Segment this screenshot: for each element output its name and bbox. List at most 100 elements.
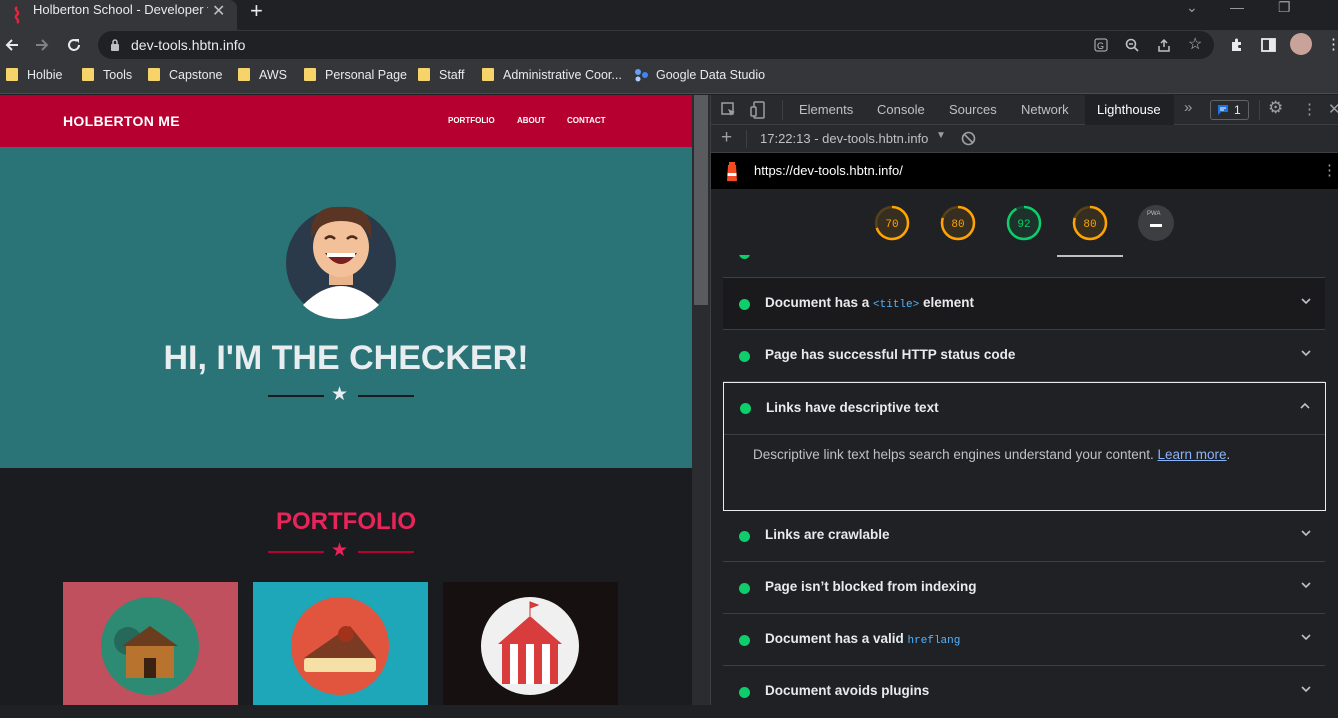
nav-link-portfolio[interactable]: PORTFOLIO	[448, 116, 495, 125]
divider	[746, 130, 747, 148]
divider	[268, 395, 324, 397]
score-gauge-accessibility[interactable]: 80	[940, 205, 976, 241]
gear-icon[interactable]: ⚙	[1268, 98, 1283, 118]
page-scrollbar[interactable]	[692, 95, 710, 705]
portfolio-card-circus[interactable]	[443, 582, 618, 705]
learn-more-link[interactable]: Learn more	[1158, 447, 1227, 462]
close-icon[interactable]: ✕	[1328, 100, 1338, 118]
tab-search-icon[interactable]: ⌄	[1186, 0, 1198, 16]
share-icon[interactable]	[1157, 38, 1171, 52]
folder-icon	[482, 68, 494, 81]
nav-link-contact[interactable]: CONTACT	[567, 116, 606, 125]
menu-kebab-icon[interactable]: ⋮	[1326, 35, 1338, 53]
bookmark-administrative[interactable]: Administrative Coor...	[482, 68, 622, 82]
more-tabs-icon[interactable]: »	[1184, 99, 1192, 116]
pwa-dash	[1150, 224, 1162, 227]
tab-console[interactable]: Console	[877, 102, 925, 117]
tab-close-icon[interactable]: ✕	[212, 1, 225, 21]
score-gauge-pwa[interactable]: PWA	[1138, 205, 1174, 241]
clear-icon[interactable]	[961, 131, 976, 146]
address-bar[interactable]: dev-tools.hbtn.info G ☆	[98, 31, 1214, 59]
report-menu-icon[interactable]: ⋮	[1322, 161, 1337, 179]
hero-section: HI, I'M THE CHECKER! ★	[0, 147, 692, 468]
nav-link-about[interactable]: ABOUT	[517, 116, 545, 125]
svg-text:G: G	[1097, 41, 1104, 51]
tab-sources[interactable]: Sources	[949, 102, 997, 117]
divider	[358, 551, 414, 553]
chevron-down-icon	[1301, 350, 1311, 357]
divider	[1259, 100, 1260, 120]
side-panel-icon[interactable]	[1261, 38, 1276, 52]
audit-hreflang[interactable]: Document has a valid hreflang	[723, 614, 1325, 666]
portfolio-card-cabin[interactable]	[63, 582, 238, 705]
score-gauge-performance[interactable]: 70	[874, 205, 910, 241]
chevron-down-icon	[1301, 686, 1311, 693]
tab-elements[interactable]: Elements	[799, 102, 853, 117]
audit-links-crawlable[interactable]: Links are crawlable	[723, 510, 1325, 562]
bookmark-holbie[interactable]: Holbie	[6, 68, 62, 82]
folder-icon	[418, 68, 430, 81]
audit-indexing[interactable]: Page isn’t blocked from indexing	[723, 562, 1325, 614]
gauge-score: 92	[1017, 219, 1030, 231]
audit-title: Document has a <title> element	[765, 295, 975, 311]
pass-dot	[739, 299, 750, 310]
pass-dot	[740, 403, 751, 414]
devtools-tabbar: Elements Console Sources Network Lightho…	[711, 95, 1338, 125]
chevron-up-icon	[1300, 402, 1310, 409]
audit-title: Page isn’t blocked from indexing	[765, 579, 977, 594]
bookmarks-bar: Holbie Tools Capstone AWS Personal Page …	[0, 60, 1338, 94]
scrollbar-thumb[interactable]	[694, 95, 708, 305]
hero-title: HI, I'M THE CHECKER!	[163, 339, 529, 377]
site-brand[interactable]: HOLBERTON ME	[63, 113, 180, 129]
inspect-element-icon[interactable]	[721, 102, 737, 118]
audit-link-text-expanded[interactable]: Links have descriptive text Descriptive …	[723, 382, 1326, 511]
profile-avatar[interactable]	[1290, 33, 1312, 55]
restore-icon[interactable]: ❐	[1278, 0, 1291, 16]
score-gauge-best-practices[interactable]: 92	[1006, 205, 1042, 241]
score-gauge-seo[interactable]: 80	[1072, 205, 1108, 241]
tab-network[interactable]: Network	[1021, 102, 1069, 117]
folder-icon	[148, 68, 160, 81]
audit-http-status[interactable]: Page has successful HTTP status code	[723, 330, 1325, 382]
bookmark-capstone[interactable]: Capstone	[148, 68, 223, 82]
star-icon: ★	[331, 540, 349, 561]
audit-header[interactable]: Links have descriptive text	[724, 383, 1325, 435]
device-toolbar-icon[interactable]	[750, 101, 766, 119]
divider	[782, 100, 783, 120]
forward-icon[interactable]	[34, 37, 50, 53]
portfolio-card-cake[interactable]	[253, 582, 428, 705]
lock-icon[interactable]	[110, 39, 120, 51]
new-report-icon[interactable]: +	[721, 127, 732, 149]
bookmark-staff[interactable]: Staff	[418, 68, 464, 82]
pass-dot	[739, 351, 750, 362]
audit-title: Links are crawlable	[765, 527, 890, 542]
tab-lighthouse[interactable]: Lighthouse	[1085, 95, 1174, 125]
browser-tab[interactable]: Holberton School - Developer tools ✕	[0, 0, 237, 30]
bookmark-personal-page[interactable]: Personal Page	[304, 68, 407, 82]
zoom-icon[interactable]	[1125, 38, 1139, 52]
audit-document-title[interactable]: Document has a <title> element	[723, 278, 1325, 330]
pass-dot	[739, 687, 750, 698]
issues-button[interactable]: 1	[1210, 100, 1249, 120]
extensions-icon[interactable]	[1229, 37, 1245, 53]
devtools-menu-icon[interactable]: ⋮	[1302, 100, 1317, 118]
bookmark-tools[interactable]: Tools	[82, 68, 132, 82]
translate-icon[interactable]: G	[1094, 38, 1108, 52]
report-selector[interactable]: 17:22:13 - dev-tools.hbtn.info	[760, 131, 928, 146]
browser-toolbar: dev-tools.hbtn.info G ☆ ⋮	[0, 30, 1338, 60]
folder-icon	[82, 68, 94, 81]
bookmark-google-data-studio[interactable]: Google Data Studio	[634, 68, 765, 82]
pass-dot	[739, 255, 750, 259]
divider	[358, 395, 414, 397]
reload-icon[interactable]	[66, 37, 82, 53]
new-tab-button[interactable]: +	[250, 0, 263, 24]
chevron-down-icon[interactable]: ▼	[936, 130, 946, 141]
audit-plugins[interactable]: Document avoids plugins	[723, 666, 1325, 718]
issues-count: 1	[1234, 103, 1241, 117]
bookmark-star-icon[interactable]: ☆	[1188, 34, 1202, 54]
pwa-label: PWA	[1147, 211, 1161, 217]
bookmark-aws[interactable]: AWS	[238, 68, 287, 82]
back-icon[interactable]	[4, 37, 20, 53]
minimize-icon[interactable]: —	[1230, 0, 1244, 15]
pass-dot	[739, 583, 750, 594]
